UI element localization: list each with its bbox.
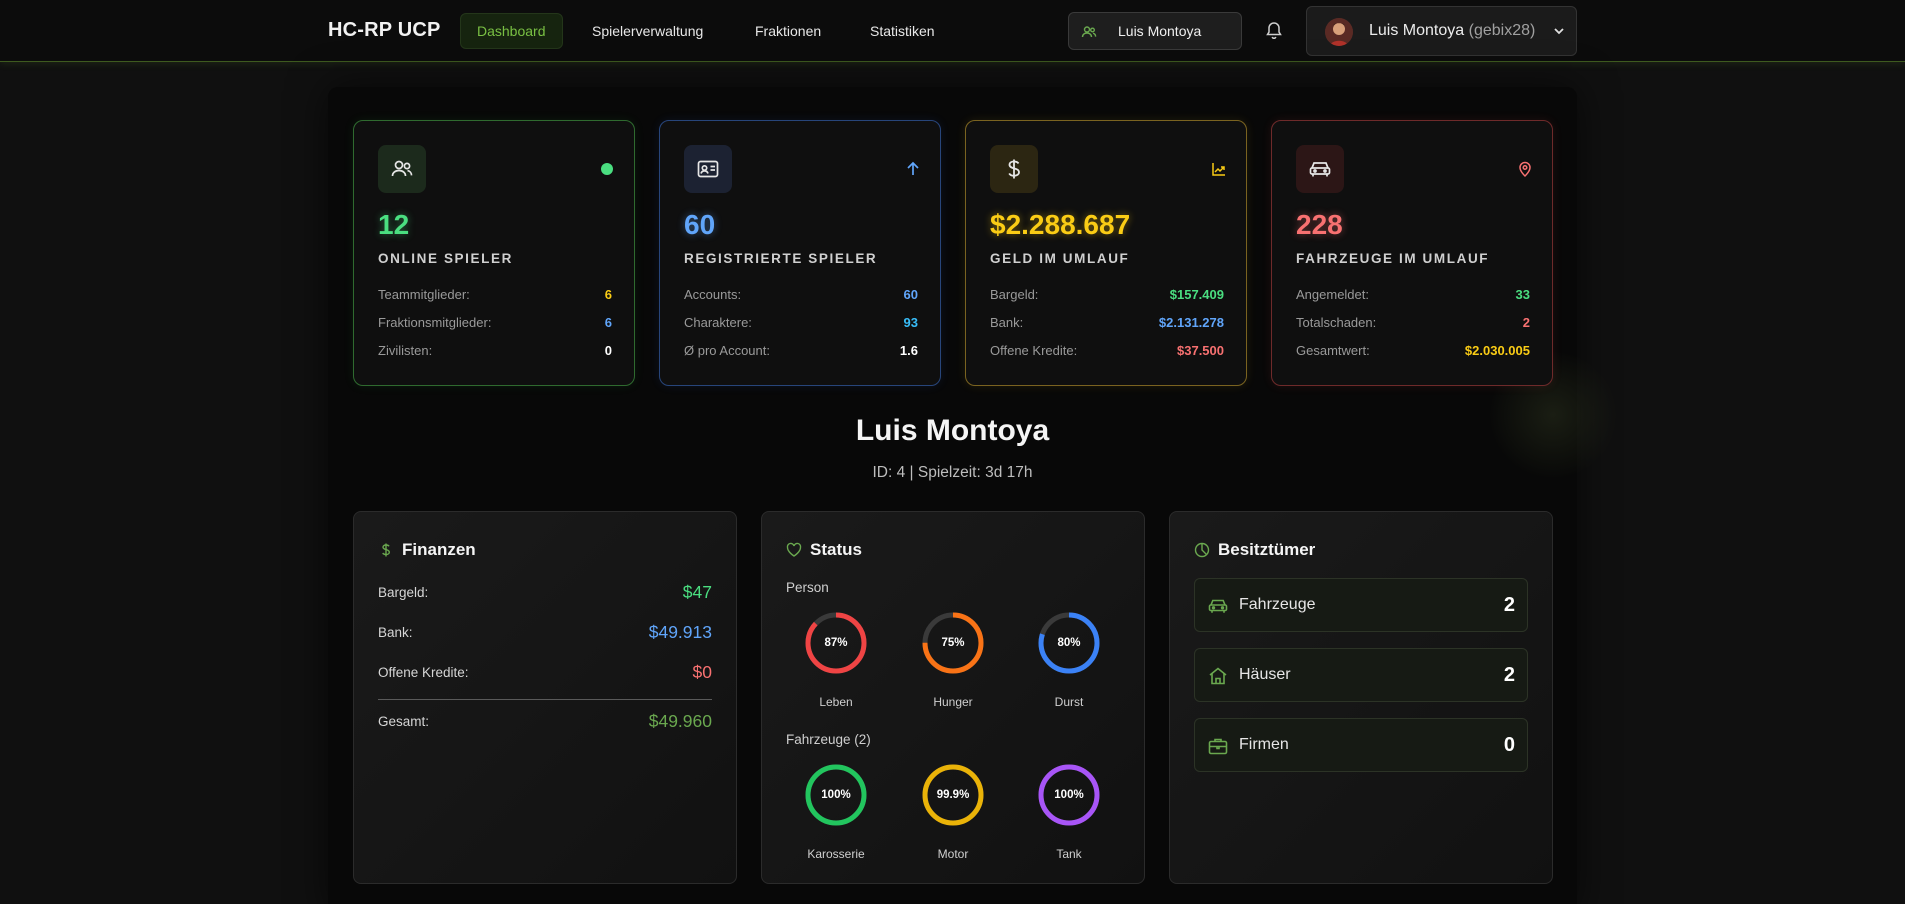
finance-row-kredite: Offene Kredite: $0 [378,662,712,682]
nav-spielerverwaltung[interactable]: Spielerverwaltung [575,13,720,49]
finance-row-bank: Bank: $49.913 [378,622,712,642]
card-title: Finanzen [402,540,476,559]
finanzen-card: Finanzen Bargeld: $47 Bank: $49.913 Offene… [353,511,737,884]
stat-value: 228 [1296,209,1343,240]
gauge-label: Motor [937,847,969,861]
nav-statistiken[interactable]: Statistiken [853,13,952,49]
stat-row: Charaktere: 93 [684,315,918,330]
stat-online-spieler: 12 ONLINE SPIELER Teammitglieder: 6 Frakt… [353,120,635,386]
besitztuemer-card: Besitztümer Fahrzeuge 2 Häuser 2 Firmen … [1169,511,1553,884]
card-title: Status [810,540,862,559]
gauge-tank: 100% [1037,763,1101,827]
map-pin-icon [1519,161,1531,177]
own-item-haeuser[interactable]: Häuser 2 [1194,648,1528,702]
heart-icon [786,542,802,557]
search-value: Luis Montoya [1118,23,1202,39]
finance-row-bargeld: Bargeld: $47 [378,582,712,602]
user-name: Luis Montoya (gebix28) [1369,22,1536,39]
stat-row: Totalschaden: 2 [1296,315,1530,330]
gauge-label: Durst [1054,695,1084,709]
gauge-label: Tank [1056,847,1082,861]
card-title: Besitztümer [1218,540,1316,559]
stat-row: Gesamtwert: $2.030.005 [1296,343,1530,358]
gauge-label: Leben [819,695,853,709]
stat-row: Bargeld: $157.409 [990,287,1224,302]
player-search-input[interactable]: Luis Montoya [1068,12,1242,50]
dollar-icon [990,145,1038,193]
top-navbar: HC-RP UCP Dashboard Spielerverwaltung Fr… [0,0,1905,62]
gauge-hunger: 75% [921,611,985,675]
stat-label: GELD IM UMLAUF [990,251,1130,266]
online-dot-icon [601,163,613,175]
stat-row: Teammitglieder: 6 [378,287,612,302]
vehicle-label: Fahrzeuge (2) [786,732,871,747]
arrow-up-icon [907,161,919,175]
trending-up-icon [1212,163,1225,176]
stat-registrierte-spieler: 60 REGISTRIERTE SPIELER Accounts: 60 Char… [659,120,941,386]
stat-row: Angemeldet: 33 [1296,287,1530,302]
stat-value: 12 [378,209,410,240]
stat-value: 60 [684,209,716,240]
car-icon [1208,599,1228,613]
id-card-icon [684,145,732,193]
stat-row: Fraktionsmitglieder: 6 [378,315,612,330]
dollar-icon [382,543,391,557]
house-icon [1209,667,1227,685]
status-card: Status Person 87% Leben 75% Hunger 80% D… [761,511,1145,884]
gauge-label: Karosserie [807,847,865,861]
chevron-down-icon [1554,28,1564,35]
avatar [1325,18,1353,46]
nav-dashboard[interactable]: Dashboard [460,13,563,49]
gauge-motor: 99.9% [921,763,985,827]
stat-geld-im-umlauf: $2.288.687 GELD IM UMLAUF Bargeld: $157.4… [965,120,1247,386]
nav-fraktionen[interactable]: Fraktionen [738,13,838,49]
stat-row: Accounts: 60 [684,287,918,302]
stat-label: REGISTRIERTE SPIELER [684,251,878,266]
gauge-leben: 87% [804,611,868,675]
stat-fahrzeuge-im-umlauf: 228 FAHRZEUGE IM UMLAUF Angemeldet: 33 To… [1271,120,1553,386]
person-label: Person [786,580,829,595]
own-item-fahrzeuge[interactable]: Fahrzeuge 2 [1194,578,1528,632]
stat-row: Bank: $2.131.278 [990,315,1224,330]
divider [378,699,712,700]
stat-value: $2.288.687 [990,209,1131,240]
gauge-durst: 80% [1037,611,1101,675]
users-icon [378,145,426,193]
character-meta: ID: 4 | Spielzeit: 3d 17h [872,464,1033,481]
stat-row: Ø pro Account: 1.6 [684,343,918,358]
user-menu[interactable]: Luis Montoya (gebix28) [1306,6,1577,56]
stat-row: Zivilisten: 0 [378,343,612,358]
bell-icon[interactable] [1265,20,1283,40]
briefcase-icon [1208,738,1228,755]
stat-row: Offene Kredite: $37.500 [990,343,1224,358]
gauge-label: Hunger [933,695,973,709]
stat-label: ONLINE SPIELER [378,251,513,266]
stat-label: FAHRZEUGE IM UMLAUF [1296,251,1490,266]
finance-row-gesamt: Gesamt: $49.960 [378,711,712,731]
brand-logo[interactable]: HC-RP UCP [328,19,441,42]
gauge-karosserie: 100% [804,763,868,827]
car-icon [1296,145,1344,193]
own-item-firmen[interactable]: Firmen 0 [1194,718,1528,772]
users-icon [1081,26,1097,38]
pie-chart-icon [1194,542,1210,558]
character-name: Luis Montoya [855,414,1050,447]
